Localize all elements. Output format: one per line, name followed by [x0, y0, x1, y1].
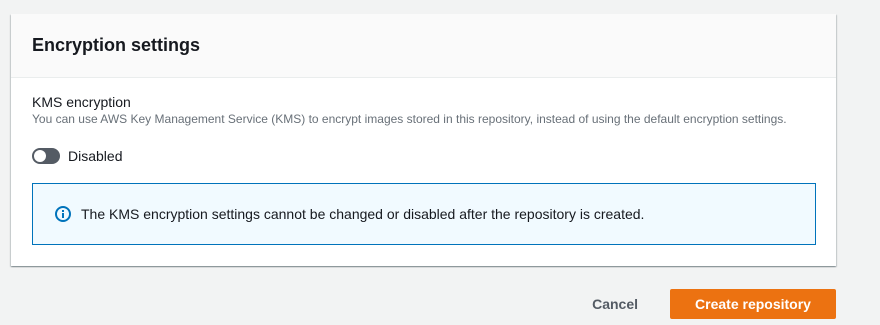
create-repository-button[interactable]: Create repository: [670, 289, 836, 319]
info-icon: [55, 206, 71, 222]
info-alert: The KMS encryption settings cannot be ch…: [32, 183, 816, 245]
encryption-settings-panel: Encryption settings KMS encryption You c…: [11, 14, 836, 266]
alert-text: The KMS encryption settings cannot be ch…: [81, 206, 645, 222]
panel-title: Encryption settings: [32, 35, 201, 55]
kms-encryption-toggle-row[interactable]: Disabled: [32, 148, 122, 164]
cancel-button[interactable]: Cancel: [572, 289, 658, 319]
form-actions: Cancel Create repository: [572, 289, 836, 319]
kms-encryption-toggle[interactable]: [32, 148, 60, 164]
toggle-state-label: Disabled: [68, 148, 123, 164]
kms-encryption-label: KMS encryption: [32, 94, 131, 110]
toggle-knob: [34, 150, 46, 162]
kms-encryption-description: You can use AWS Key Management Service (…: [32, 112, 787, 126]
panel-header: Encryption settings: [11, 14, 836, 78]
